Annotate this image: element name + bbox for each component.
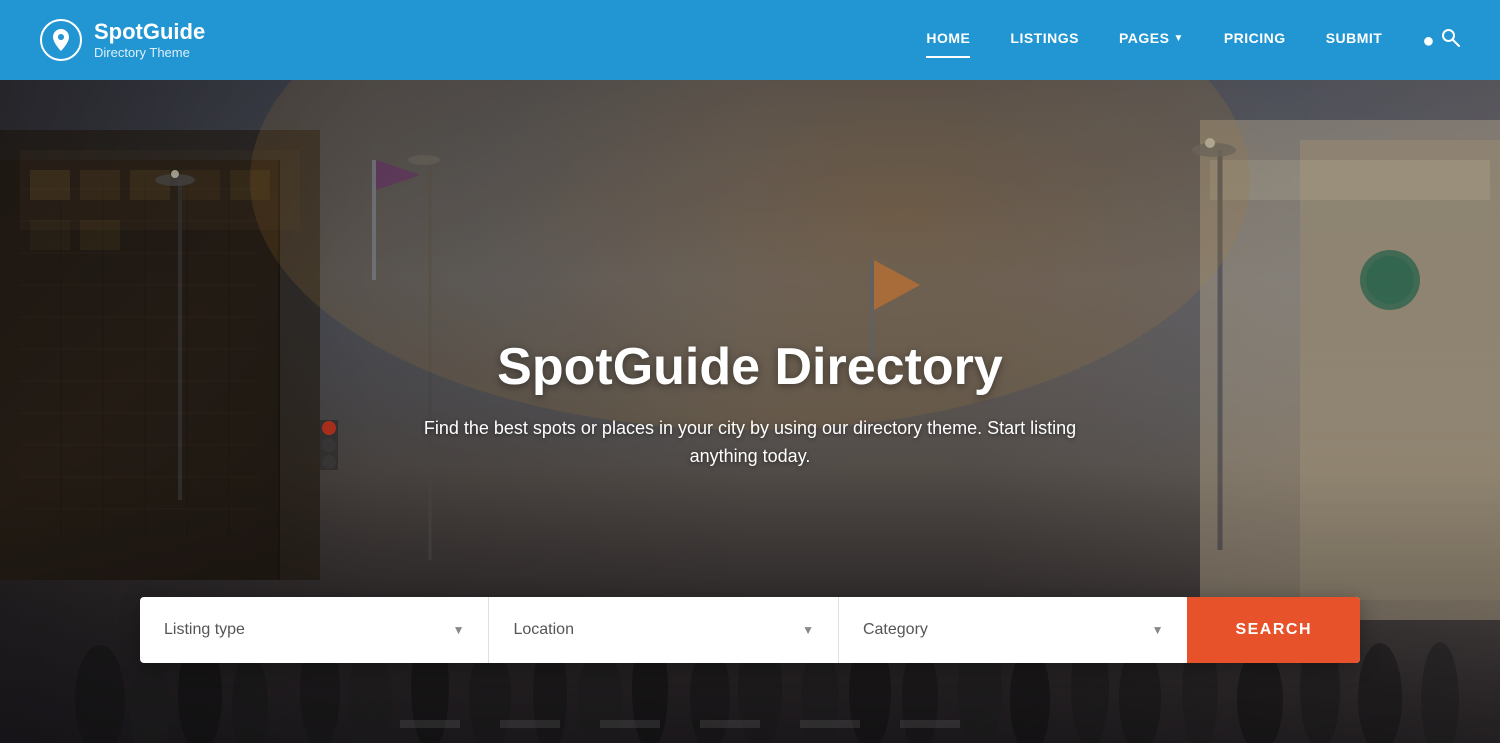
hero-title: SpotGuide Directory (350, 338, 1150, 395)
search-bar: Listing type ▼ Location ▼ Category ▼ SEA… (140, 597, 1360, 663)
hero-subtitle: Find the best spots or places in your ci… (350, 414, 1150, 472)
main-nav: HOME LISTINGS PAGES ▼ PRICING SUBMIT ● (926, 27, 1460, 53)
category-arrow-icon: ▼ (1152, 623, 1164, 637)
listing-type-arrow-icon: ▼ (453, 623, 465, 637)
brand[interactable]: SpotGuide Directory Theme (40, 19, 205, 61)
nav-item-home[interactable]: HOME (926, 30, 970, 50)
location-arrow-icon: ▼ (802, 623, 814, 637)
hero-content: SpotGuide Directory Find the best spots … (350, 338, 1150, 471)
brand-subtitle: Directory Theme (94, 45, 205, 60)
search-button[interactable]: SEARCH (1187, 597, 1360, 663)
location-field[interactable]: Location ▼ (489, 597, 838, 663)
nav-item-listings[interactable]: LISTINGS (1010, 30, 1079, 50)
brand-text: SpotGuide Directory Theme (94, 20, 205, 59)
category-label: Category (863, 621, 928, 639)
navbar: SpotGuide Directory Theme HOME LISTINGS … (0, 0, 1500, 80)
category-field[interactable]: Category ▼ (839, 597, 1187, 663)
listing-type-field[interactable]: Listing type ▼ (140, 597, 489, 663)
search-nav-icon[interactable] (1440, 27, 1460, 47)
nav-item-pricing[interactable]: PRICING (1224, 30, 1286, 50)
hero-section: SpotGuide Directory Find the best spots … (0, 80, 1500, 743)
search-icon[interactable]: ● (1422, 27, 1460, 53)
location-label: Location (513, 621, 574, 639)
nav-item-submit[interactable]: SUBMIT (1326, 30, 1383, 50)
brand-title: SpotGuide (94, 20, 205, 44)
pages-dropdown-arrow-icon: ▼ (1173, 33, 1183, 44)
listing-type-label: Listing type (164, 621, 245, 639)
nav-item-pages[interactable]: PAGES ▼ (1119, 30, 1184, 50)
brand-logo-icon (40, 19, 82, 61)
